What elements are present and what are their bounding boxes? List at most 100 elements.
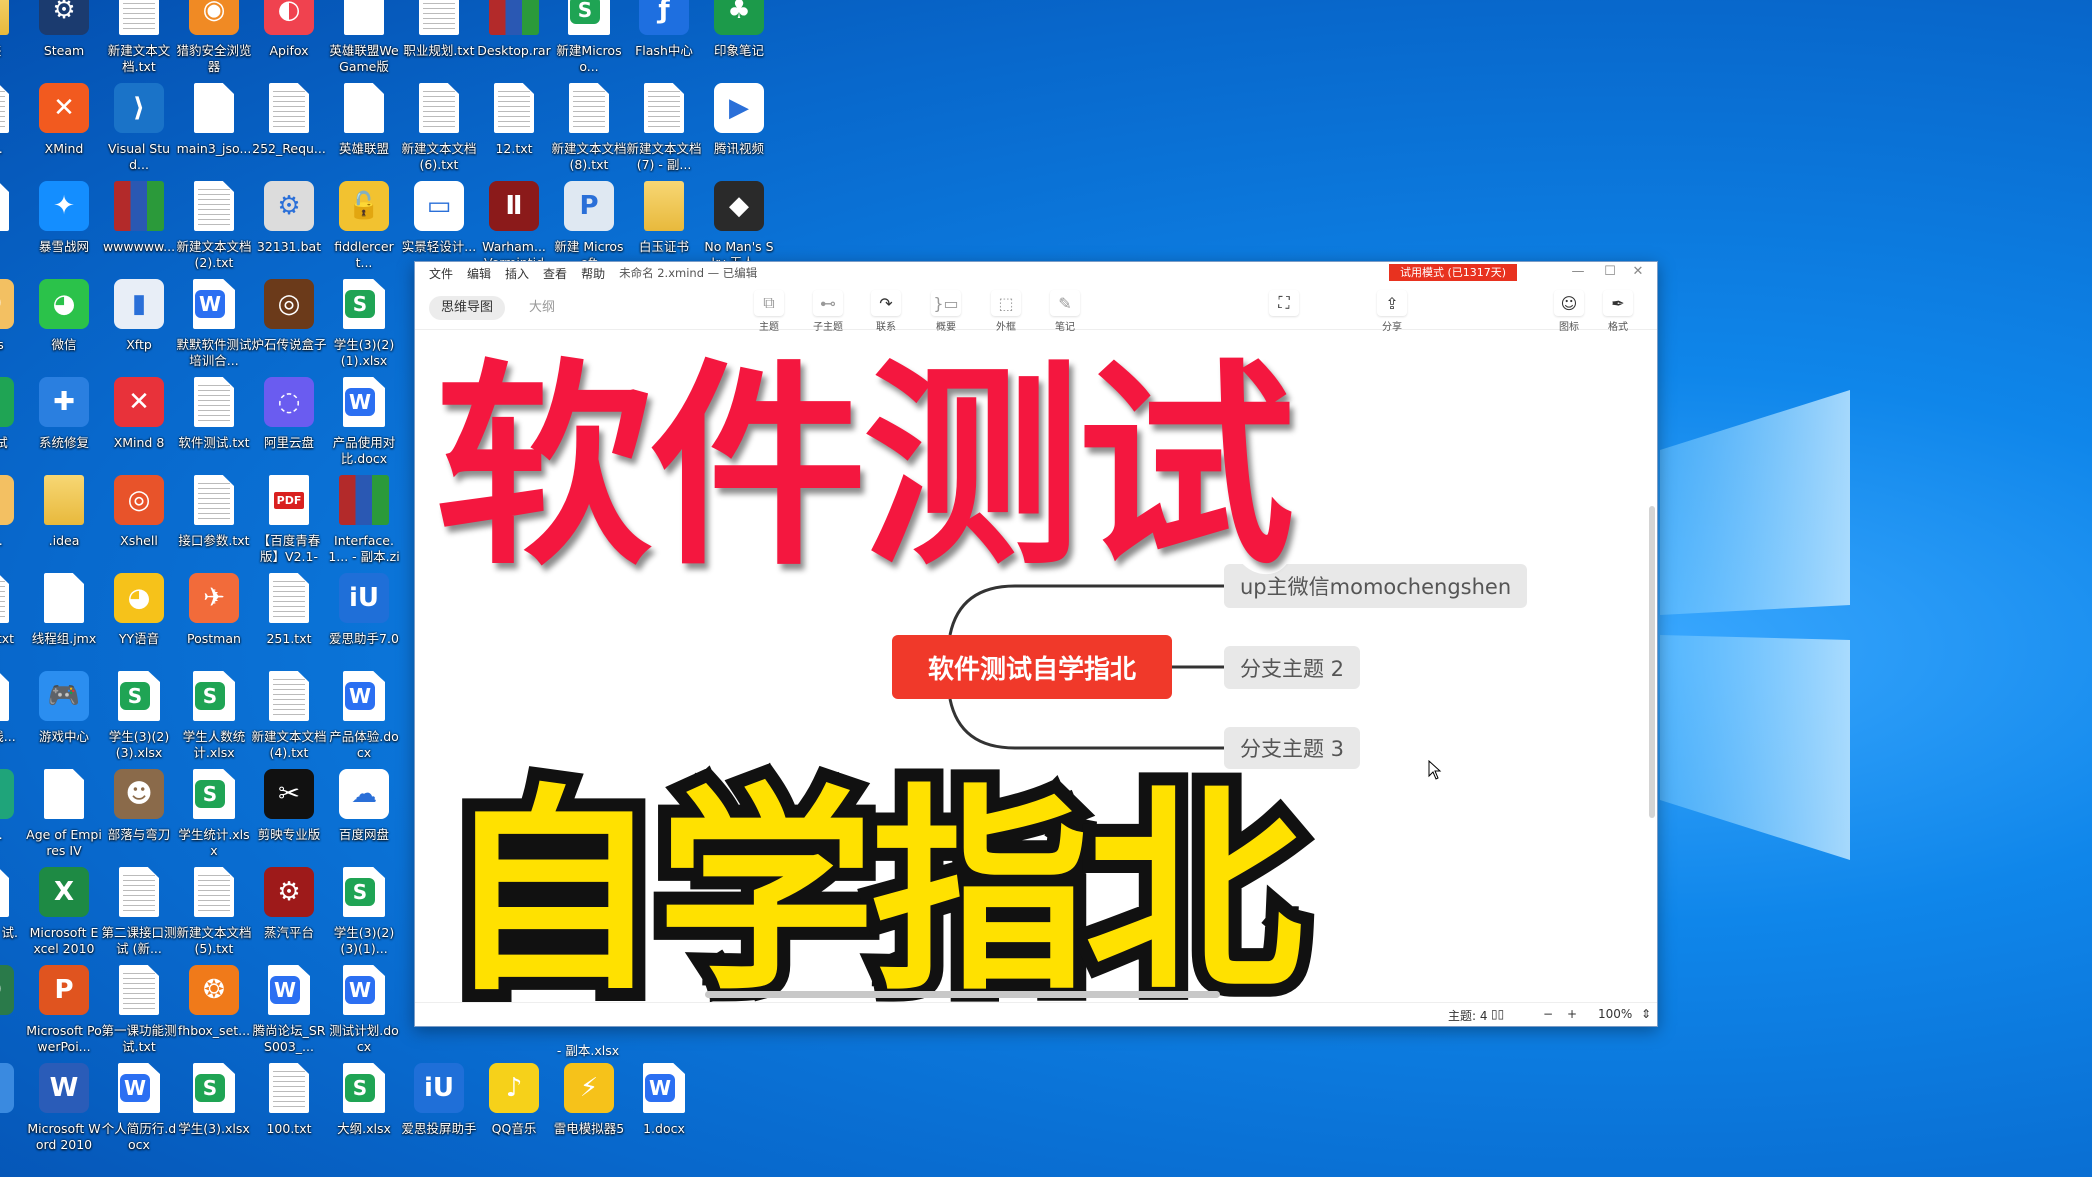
desktop-icon[interactable]: ◕ YY语音 [101,573,177,647]
desktop-icon[interactable]: 新建文本文档 (8).txt [551,83,627,173]
desktop-icon[interactable]: ▭脑 [0,1063,27,1137]
menu-edit[interactable]: 编辑 [467,265,491,282]
menu-file[interactable]: 文件 [429,265,453,282]
desktop-icon[interactable]: S 学生人数统计.xlsx [176,671,252,761]
desktop-icon[interactable]: W 默默软件测试培训合... [176,279,252,369]
desktop-icon[interactable]: main3_jso... [176,83,252,157]
desktop-icon[interactable]: S 学生(3)(2)(3).xlsx [101,671,177,761]
boundary-button[interactable]: ⬚ 外框 [986,290,1026,334]
relationship-button[interactable]: ↷ 联系 [866,290,906,334]
desktop-icon[interactable]: 🔓 fiddlercert... [326,181,402,271]
horizontal-scrollbar[interactable] [705,991,1220,998]
desktop-icon[interactable]: S 学生(3)(2)(1).xlsx [326,279,402,369]
desktop-icon[interactable]: 100.txt [251,1063,327,1137]
desktop-icon[interactable]: S 学生统计.xlsx [176,769,252,859]
desktop-icon[interactable]: ☺ se ts [0,279,27,353]
desktop-icon[interactable]: ◐ i.p... [0,769,27,843]
desktop-icon[interactable]: 新建文本文档 (7) - 副... [626,83,702,173]
desktop-icon[interactable]: ⚡ 雷电模拟器5 [551,1063,627,1137]
desktop-icon-label-fragment[interactable]: - 副本.xlsx [550,1040,626,1059]
desktop-icon[interactable]: S 新建Microso... [551,0,627,75]
desktop-icon[interactable]: P Microsoft PowerPoi... [26,965,102,1055]
desktop-icon[interactable]: ✚ 系统修复 [26,377,102,451]
desktop-icon[interactable]: ◕ 微信 [26,279,102,353]
desktop-icon[interactable]: 接口参数.txt [176,475,252,549]
desktop-icon[interactable]: iU 爱思投屏助手 [401,1063,477,1137]
desktop-icon[interactable]: 职业规划.txt [401,0,477,59]
format-panel-button[interactable]: ✒ 格式 [1598,290,1638,334]
desktop-icon[interactable]: 新建文本文档 (4).txt [251,671,327,761]
menu-view[interactable]: 查看 [543,265,567,282]
desktop-icon[interactable]: ☺ [0,965,27,1023]
desktop-icon[interactable]: ❂ fhbox_set... [176,965,252,1039]
desktop-icon[interactable]: 第一课功能测试.txt [101,965,177,1055]
desktop-icon[interactable]: ⅡWarham... Vermintid [476,181,552,271]
desktop-icon[interactable]: ▮ Xftp [101,279,177,353]
desktop-icon[interactable]: 白玉证书 [626,181,702,255]
desktop-icon[interactable]: S 大纲.xlsx [326,1063,402,1137]
desktop-icon[interactable]: ◎ 炉石传说盒子 [251,279,327,353]
map-view-icon[interactable]: ▯▯ [1491,1007,1504,1021]
desktop-icon[interactable]: Interface.1... - 副本.zip [326,475,402,565]
desktop-icon[interactable]: ⚙ 32131.bat [251,181,327,255]
share-button[interactable]: ⇪ 分享 [1372,290,1412,334]
zoom-in-button[interactable]: + [1567,1007,1577,1021]
desktop-icon[interactable]: ✂ 剪映专业版 [251,769,327,843]
desktop-icon[interactable]: 第二课接口测试 (新... [101,867,177,957]
desktop-icon[interactable]: 件夹 [0,0,27,59]
desktop-icon[interactable]: ⟩ Visual Stud... [101,83,177,173]
desktop-icon[interactable]: ☻ 部落与弯刀 [101,769,177,843]
desktop-icon[interactable]: 252_Requ... [251,83,327,157]
trial-mode-badge[interactable]: 试用模式 (已1317天) [1389,264,1517,281]
desktop-icon[interactable]: ◐ Apifox [251,0,327,59]
desktop-icon[interactable]: W 1.docx [626,1063,702,1137]
desktop-icon[interactable]: 英雄联盟 [326,83,402,157]
fullscreen-button[interactable]: ⛶ [1264,290,1304,316]
desktop-icon[interactable]: wwwwww... [101,181,177,255]
branch-topic-2[interactable]: 分支主题 2 [1224,646,1361,689]
desktop-icon[interactable]: W 产品使用对比.docx [326,377,402,467]
desktop-icon[interactable]: S 学生(3)(2)(3)(1)... [326,867,402,957]
desktop-icon[interactable]: ▭ 实景轻设计... [401,181,477,255]
desktop-icon[interactable]: P新建 Microsoft [551,181,627,271]
desktop-icon[interactable]: 例以及 试.d... [0,867,27,957]
desktop-icon[interactable]: W Microsoft Word 2010 [26,1063,102,1153]
menu-insert[interactable]: 插入 [505,265,529,282]
desktop-icon[interactable]: ✦ 暴雪战网 [26,181,102,255]
desktop-icon[interactable]: ✈ Postman [176,573,252,647]
desktop-icon[interactable]: ⚙ Steam [26,0,102,59]
desktop-icon[interactable]: ⚙ 蒸汽平台 [251,867,327,941]
desktop-icon[interactable]: W 腾尚论坛_SRS003_... [251,965,327,1055]
desktop-icon[interactable]: ◆No Man's Sky 无人... [701,181,777,271]
desktop-icon[interactable]: .idea [26,475,102,549]
zoom-stepper-icon[interactable]: ⇕ [1641,1007,1651,1021]
vertical-scrollbar[interactable] [1649,506,1655,818]
tab-outline[interactable]: 大纲 [517,296,567,320]
desktop-icon[interactable]: ƒ Flash中心 [626,0,702,59]
desktop-icon[interactable]: ◉ 猎豹安全浏览器 [176,0,252,75]
central-topic[interactable]: 软件测试自学指北 [892,635,1172,699]
desktop-icon[interactable]: 新建文本文档.txt [101,0,177,75]
desktop-icon[interactable]: 新建文本文档 (2).txt [176,181,252,271]
maximize-button[interactable]: ☐ [1595,262,1625,282]
desktop-icon[interactable]: 🎮 游戏中心 [26,671,102,745]
desktop-icon[interactable]: 新建文本文档 (5).txt [176,867,252,957]
icons-panel-button[interactable]: ☺ 图标 [1549,290,1589,334]
desktop-icon[interactable]: 英雄联盟WeGame版 [326,0,402,75]
desktop-icon[interactable]: 12.txt [476,83,552,157]
close-button[interactable]: ✕ [1623,262,1653,282]
menu-help[interactable]: 帮助 [581,265,605,282]
desktop-icon[interactable]: ♣ 印象笔记 [701,0,777,59]
desktop-icon[interactable]: Age of Empires IV [26,769,102,859]
desktop-icon[interactable]: Desktop.rar [476,0,552,59]
desktop-icon[interactable]: PDF 【百度青春版】V2.1-2... [251,475,327,565]
tab-mindmap[interactable]: 思维导图 [429,296,506,320]
desktop-icon[interactable]: 251.txt [251,573,327,647]
desktop-icon[interactable]: X Microsoft Excel 2010 [26,867,102,957]
summary-button[interactable]: }▭ 概要 [926,290,966,334]
zoom-out-button[interactable]: − [1543,1007,1553,1021]
desktop-icon[interactable]: iU 爱思助手7.0 [326,573,402,647]
desktop-icon[interactable]: ♪ QQ音乐 [476,1063,552,1137]
desktop-icon[interactable]: 着请 .txt [0,573,27,647]
desktop-icon[interactable]: 5a... [0,83,27,157]
